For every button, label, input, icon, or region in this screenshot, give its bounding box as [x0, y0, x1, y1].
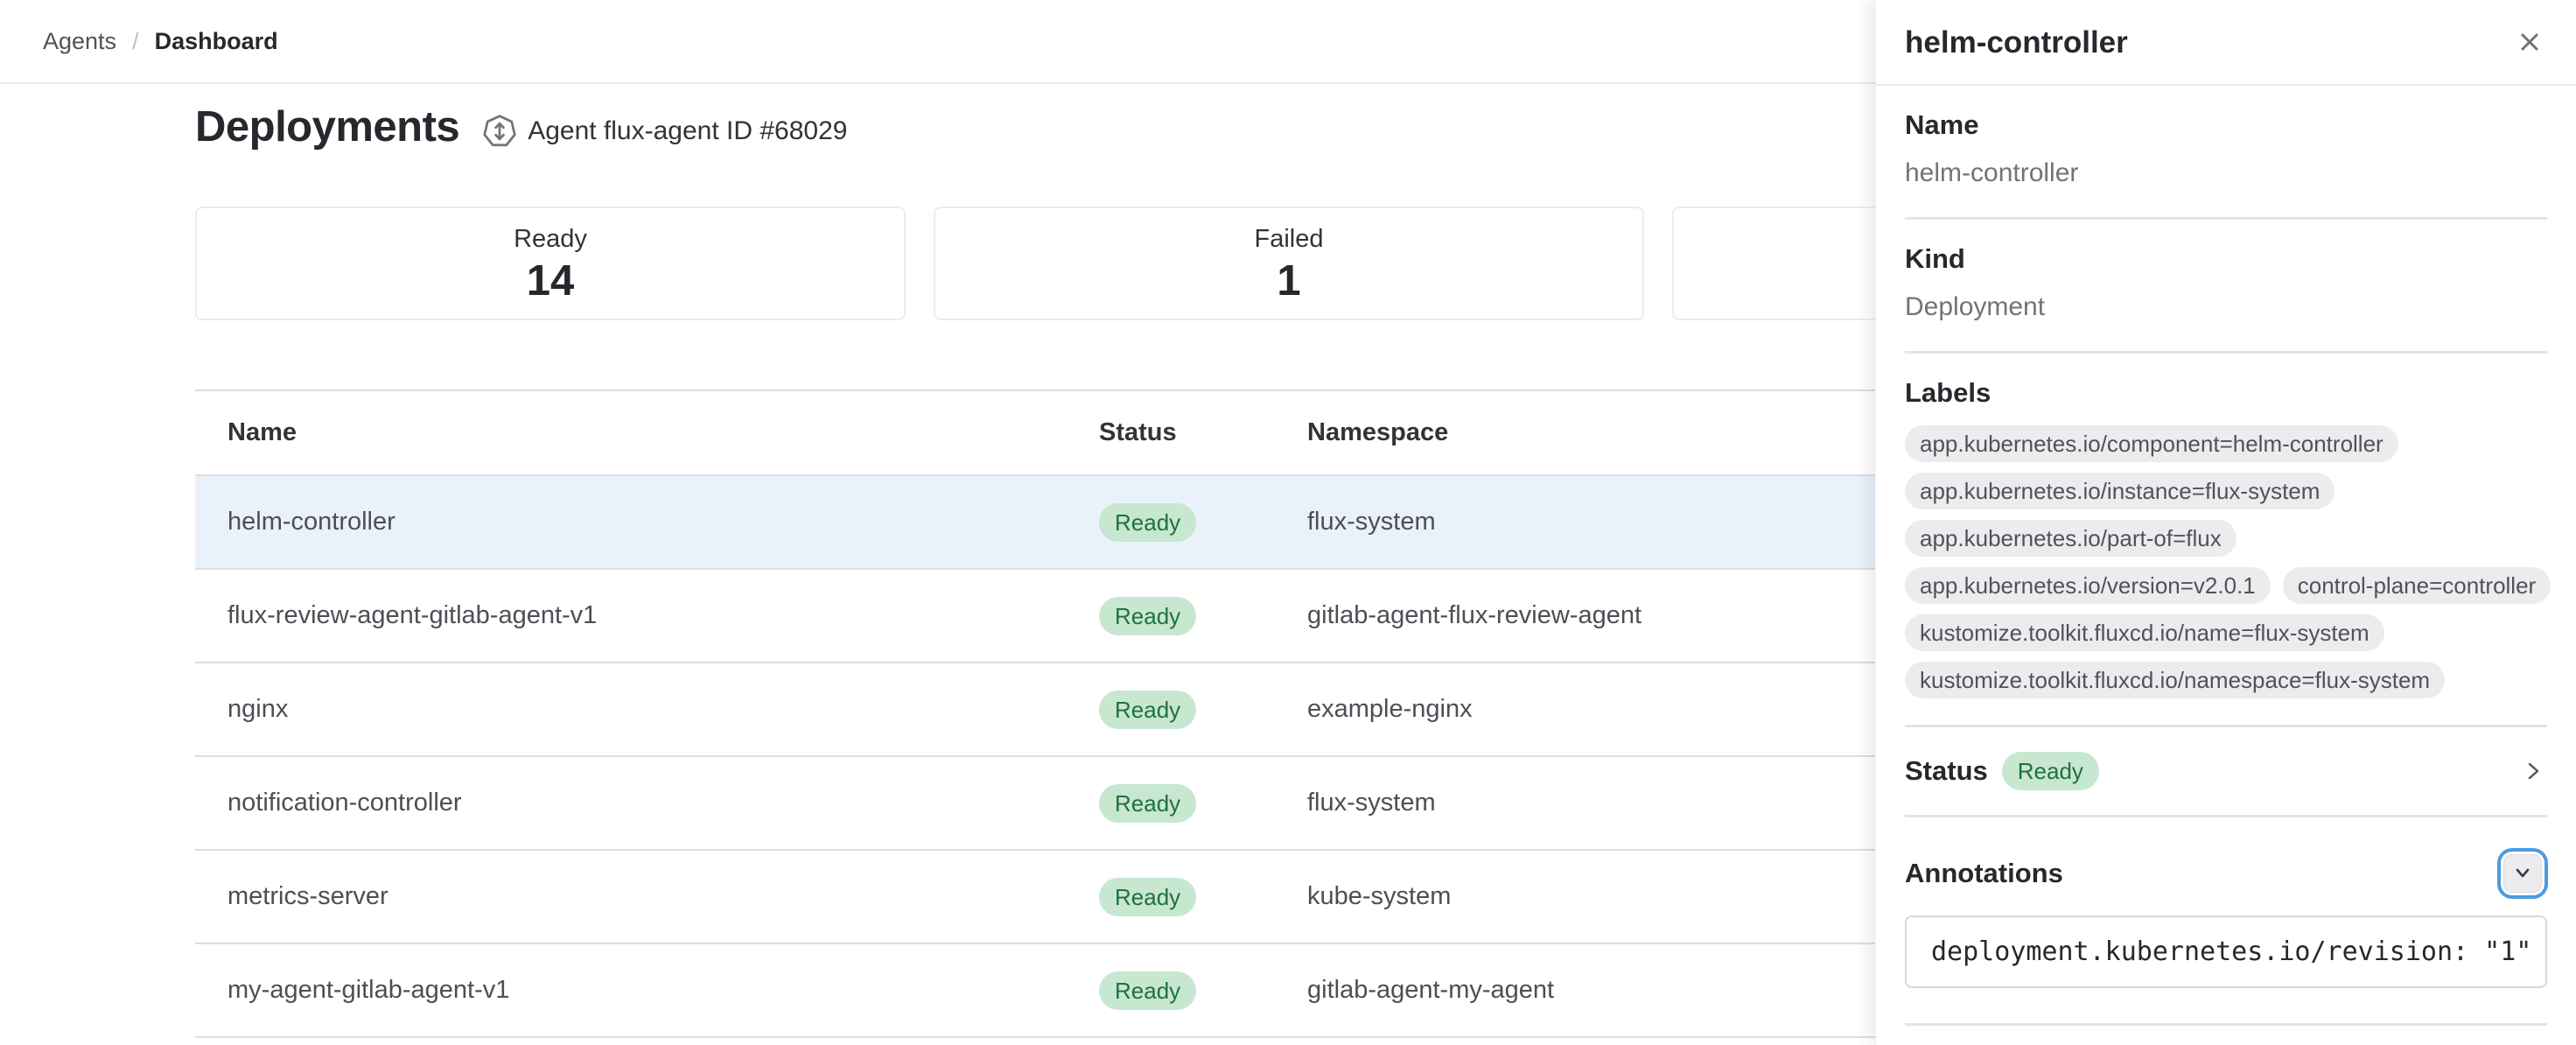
row-name: helm-controller — [195, 508, 1099, 537]
status-badge: Ready — [1099, 784, 1196, 823]
annotations-code-block: deployment.kubernetes.io/revision: "1" — [1905, 915, 2547, 988]
stat-card-value: 1 — [1277, 256, 1300, 305]
section-label: Kind — [1905, 241, 2547, 277]
status-badge: Ready — [1099, 971, 1196, 1010]
section-label: Status — [1905, 753, 1988, 789]
drawer-section-spec[interactable]: Spec — [1905, 1026, 2547, 1045]
section-label: Name — [1905, 107, 2547, 144]
section-value: Deployment — [1905, 290, 2547, 325]
breadcrumb-current-dashboard: Dashboard — [155, 28, 278, 55]
stat-card-value: 14 — [527, 256, 575, 305]
label-chip: app.kubernetes.io/part-of=flux — [1905, 520, 2236, 557]
status-badge: Ready — [1099, 878, 1196, 916]
label-chip: kustomize.toolkit.fluxcd.io/namespace=fl… — [1905, 662, 2445, 698]
status-badge: Ready — [1099, 597, 1196, 635]
page-title: Deployments — [195, 98, 459, 156]
close-drawer-button[interactable] — [2510, 23, 2550, 63]
stat-card-label: Ready — [514, 221, 587, 256]
row-name: flux-review-agent-gitlab-agent-v1 — [195, 601, 1099, 630]
label-chip: app.kubernetes.io/instance=flux-system — [1905, 473, 2334, 509]
row-name: my-agent-gitlab-agent-v1 — [195, 976, 1099, 1005]
drawer-section-status[interactable]: Status Ready — [1905, 727, 2547, 817]
annotations-collapse-button[interactable] — [2503, 854, 2542, 893]
close-icon — [2516, 29, 2543, 58]
section-label: Annotations — [1905, 855, 2063, 892]
drawer-section-annotations: Annotations deployment.kubernetes.io/rev… — [1905, 817, 2547, 1026]
drawer-section-name: Name helm-controller — [1905, 86, 2547, 220]
kubernetes-agent-icon — [482, 114, 517, 149]
status-badge: Ready — [1099, 503, 1196, 542]
agent-info-label: Agent flux-agent ID #68029 — [528, 116, 847, 146]
row-name: nginx — [195, 695, 1099, 724]
row-name: metrics-server — [195, 882, 1099, 911]
drawer-section-labels: Labels app.kubernetes.io/component=helm-… — [1905, 354, 2547, 727]
breadcrumb-separator: / — [132, 28, 139, 55]
status-badge: Ready — [1099, 691, 1196, 729]
stat-card-label: Failed — [1255, 221, 1324, 256]
stat-card-ready: Ready 14 — [195, 207, 906, 320]
agent-info: Agent flux-agent ID #68029 — [482, 114, 847, 149]
label-chip: app.kubernetes.io/component=helm-control… — [1905, 425, 2398, 462]
section-value: helm-controller — [1905, 156, 2547, 191]
details-drawer: helm-controller Name helm-controller Kin… — [1875, 0, 2576, 1045]
status-badge: Ready — [2002, 752, 2099, 790]
section-label: Labels — [1905, 375, 2547, 411]
chevron-down-icon — [2510, 859, 2536, 888]
row-name: notification-controller — [195, 789, 1099, 817]
column-header-name: Name — [195, 418, 1099, 447]
stat-card-failed: Failed 1 — [934, 207, 1644, 320]
label-chip: app.kubernetes.io/version=v2.0.1 — [1905, 567, 2271, 604]
label-chip: kustomize.toolkit.fluxcd.io/name=flux-sy… — [1905, 614, 2384, 651]
labels-chip-list: app.kubernetes.io/component=helm-control… — [1905, 425, 2547, 698]
label-chip: control-plane=controller — [2283, 567, 2551, 604]
chevron-right-icon[interactable] — [2519, 757, 2547, 785]
drawer-section-kind: Kind Deployment — [1905, 220, 2547, 354]
column-header-status: Status — [1099, 418, 1307, 447]
drawer-title: helm-controller — [1905, 25, 2128, 60]
breadcrumb-link-agents[interactable]: Agents — [43, 28, 116, 55]
